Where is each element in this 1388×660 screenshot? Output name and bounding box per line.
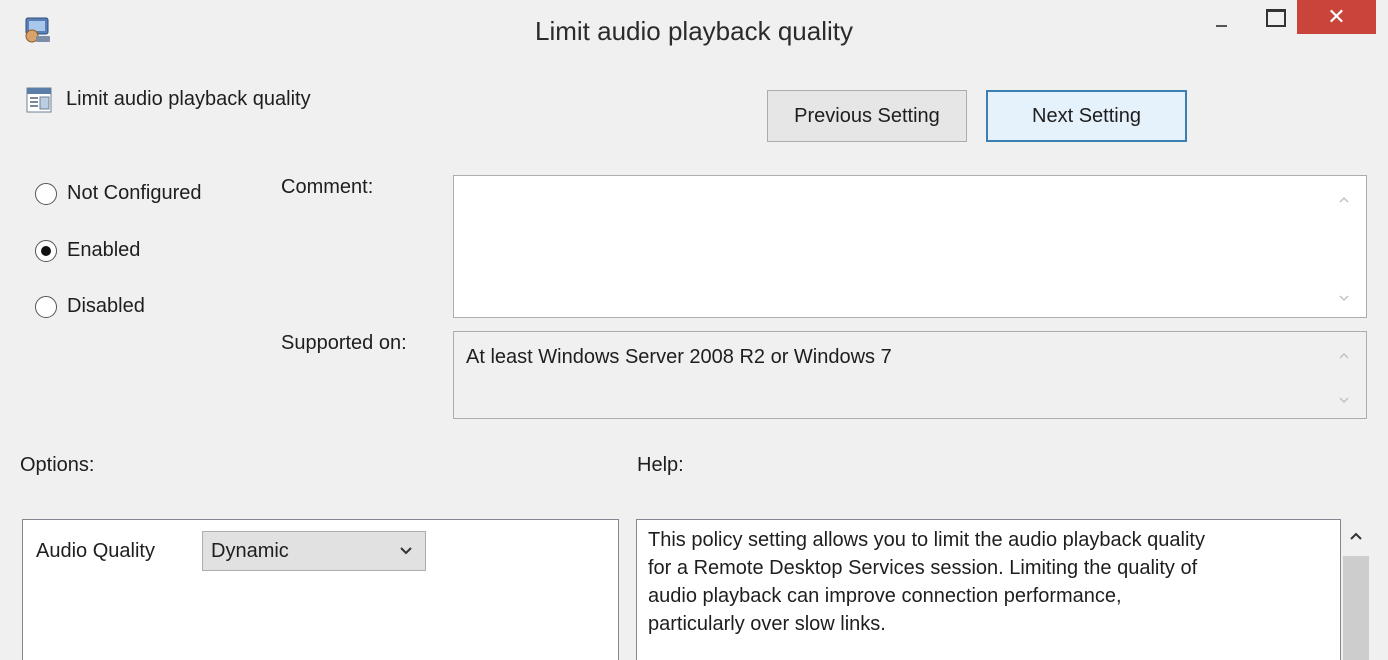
- scroll-up-icon[interactable]: [1349, 531, 1363, 541]
- close-icon: ✕: [1327, 4, 1346, 29]
- help-line: This policy setting allows you to limit …: [648, 529, 1205, 551]
- policy-setting-icon: [26, 87, 52, 113]
- radio-button[interactable]: [35, 239, 57, 262]
- radio-not-configured[interactable]: Not Configured: [35, 182, 202, 205]
- setting-name: Limit audio playback quality: [66, 88, 311, 110]
- comment-label: Comment:: [281, 176, 374, 198]
- maximize-button[interactable]: [1250, 0, 1298, 36]
- radio-label: Disabled: [67, 295, 145, 317]
- radio-button[interactable]: [35, 295, 57, 318]
- help-line: for a Remote Desktop Services session. L…: [648, 557, 1198, 579]
- supported-on-value: At least Windows Server 2008 R2 or Windo…: [466, 346, 892, 368]
- supported-on-label: Supported on:: [281, 332, 407, 354]
- help-text: This policy setting allows you to limit …: [648, 526, 1338, 638]
- chevron-down-icon: [400, 547, 412, 555]
- help-line: audio playback can improve connection pe…: [648, 585, 1122, 607]
- radio-disabled[interactable]: Disabled: [35, 295, 145, 318]
- scroll-down-icon[interactable]: [1338, 292, 1350, 304]
- window-title: Limit audio playback quality: [535, 16, 853, 46]
- help-label: Help:: [637, 454, 684, 476]
- next-setting-button[interactable]: Next Setting: [986, 90, 1187, 142]
- comment-textarea[interactable]: [453, 175, 1367, 318]
- radio-button[interactable]: [35, 182, 57, 205]
- audio-quality-dropdown[interactable]: Dynamic: [202, 531, 426, 571]
- scroll-up-icon[interactable]: [1338, 194, 1350, 206]
- radio-label: Enabled: [67, 239, 141, 261]
- radio-label: Not Configured: [67, 182, 202, 204]
- audio-quality-value: Dynamic: [211, 540, 289, 562]
- supported-on-field: At least Windows Server 2008 R2 or Windo…: [453, 331, 1367, 419]
- help-line: particularly over slow links.: [648, 613, 886, 635]
- scroll-up-icon[interactable]: [1338, 350, 1350, 362]
- previous-setting-button[interactable]: Previous Setting: [767, 90, 967, 142]
- scroll-down-icon[interactable]: [1338, 394, 1350, 406]
- minimize-button[interactable]: [1196, 0, 1244, 36]
- radio-enabled[interactable]: Enabled: [35, 239, 140, 262]
- close-button[interactable]: ✕: [1297, 0, 1376, 34]
- title-bar: Limit audio playback quality ✕: [0, 0, 1388, 64]
- audio-quality-label: Audio Quality: [36, 540, 155, 562]
- scrollbar-thumb[interactable]: [1343, 556, 1369, 660]
- options-label: Options:: [20, 454, 95, 476]
